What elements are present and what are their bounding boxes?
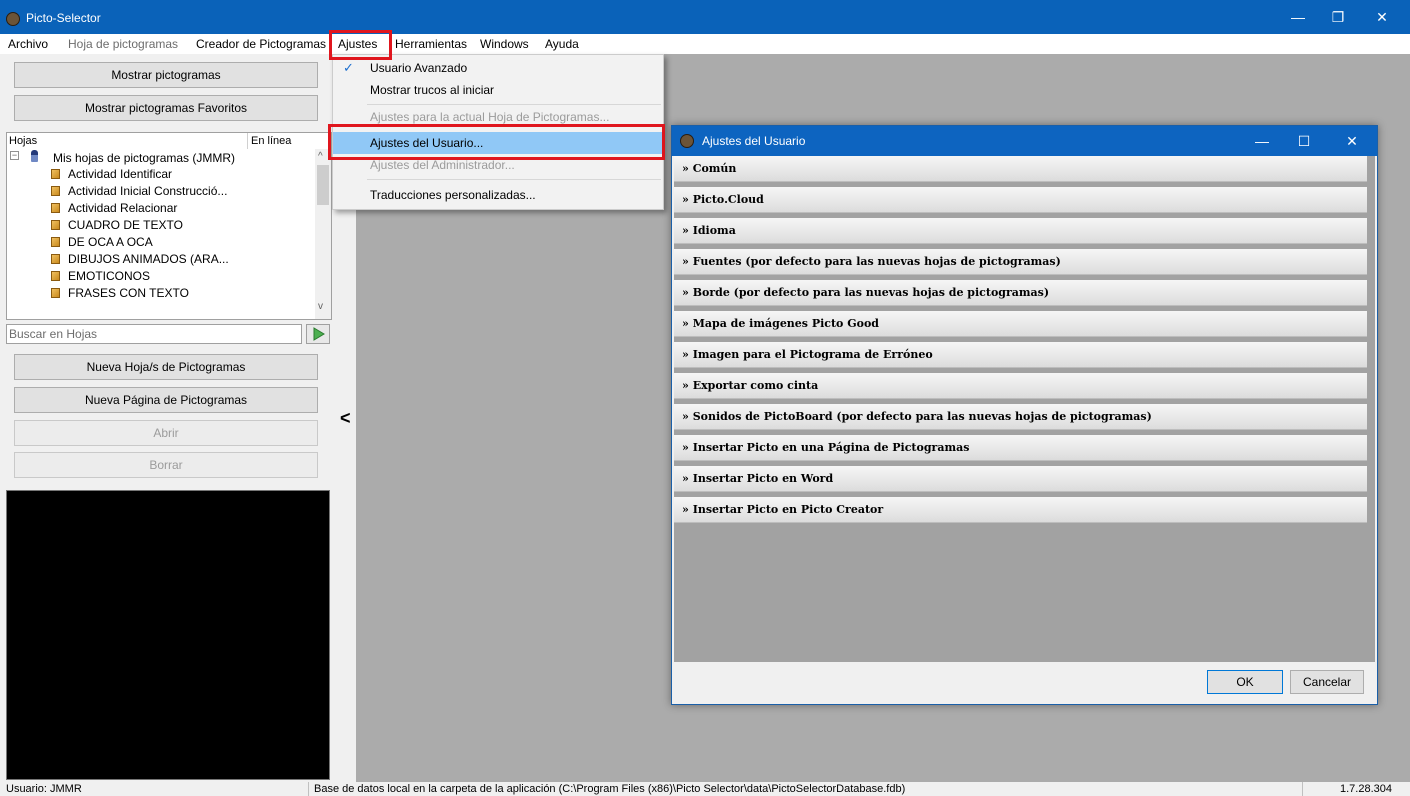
show-favorite-pictograms-button[interactable]: Mostrar pictogramas Favoritos bbox=[14, 95, 318, 121]
menu-herramientas[interactable]: Herramientas bbox=[395, 37, 467, 51]
status-user: Usuario: JMMR bbox=[6, 783, 82, 795]
menu-archivo[interactable]: Archivo bbox=[8, 37, 48, 51]
tree-item-label: DIBUJOS ANIMADOS (ARA... bbox=[68, 252, 229, 266]
dialog-title: Ajustes del Usuario bbox=[702, 134, 806, 148]
menu-hoja-de-pictogramas[interactable]: Hoja de pictogramas bbox=[68, 37, 178, 51]
menu-item-label: Usuario Avanzado bbox=[370, 61, 468, 75]
tree-item[interactable]: Actividad Inicial Construcció... bbox=[51, 184, 227, 201]
app-icon bbox=[680, 134, 694, 148]
tree-header: Hojas En línea bbox=[7, 133, 331, 149]
sheets-tree[interactable]: Hojas En línea − Mis hojas de pictograma… bbox=[6, 132, 332, 320]
tree-item[interactable]: Actividad Relacionar bbox=[51, 201, 177, 218]
collapse-icon[interactable]: − bbox=[10, 151, 19, 160]
tree-item-label: FRASES CON TEXTO bbox=[68, 286, 189, 300]
open-button[interactable]: Abrir bbox=[14, 420, 318, 446]
sheet-icon bbox=[51, 237, 60, 247]
scroll-up-icon[interactable]: ^ bbox=[318, 151, 323, 162]
dialog-maximize-button[interactable]: ☐ bbox=[1284, 130, 1324, 152]
sheet-icon bbox=[51, 186, 60, 196]
section-insertar-pagina[interactable]: » Insertar Picto en una Página de Pictog… bbox=[674, 435, 1367, 461]
search-button[interactable] bbox=[306, 324, 330, 344]
window-title: Picto-Selector bbox=[26, 11, 101, 25]
new-sheet-button[interactable]: Nueva Hoja/s de Pictogramas bbox=[14, 354, 318, 380]
sheet-icon bbox=[51, 169, 60, 179]
minimize-button[interactable]: — bbox=[1278, 6, 1318, 28]
status-bar: Usuario: JMMR Base de datos local en la … bbox=[0, 782, 1410, 796]
user-icon bbox=[31, 150, 38, 162]
show-pictograms-button[interactable]: Mostrar pictogramas bbox=[14, 62, 318, 88]
menu-windows[interactable]: Windows bbox=[480, 37, 529, 51]
new-page-button[interactable]: Nueva Página de Pictogramas bbox=[14, 387, 318, 413]
tree-item[interactable]: FRASES CON TEXTO bbox=[51, 286, 189, 303]
menu-separator bbox=[367, 179, 661, 180]
column-header-sheets[interactable]: Hojas bbox=[9, 135, 37, 147]
sheet-icon bbox=[51, 203, 60, 213]
section-insertar-word[interactable]: » Insertar Picto en Word bbox=[674, 466, 1367, 492]
tree-item-label: CUADRO DE TEXTO bbox=[68, 218, 183, 232]
tree-item-label: EMOTICONOS bbox=[68, 269, 151, 283]
status-separator bbox=[1302, 782, 1303, 796]
delete-button[interactable]: Borrar bbox=[14, 452, 318, 478]
tree-item-label: DE OCA A OCA bbox=[68, 235, 153, 249]
dialog-minimize-button[interactable]: — bbox=[1242, 130, 1282, 152]
highlight-ajustes-menu bbox=[329, 30, 392, 60]
menu-separator bbox=[367, 104, 661, 105]
menu-item-traducciones[interactable]: Traducciones personalizadas... bbox=[333, 184, 663, 206]
sheet-icon bbox=[51, 271, 60, 281]
status-version: 1.7.28.304 bbox=[1340, 783, 1392, 795]
section-imagen-erroneo[interactable]: » Imagen para el Pictograma de Erróneo bbox=[674, 342, 1367, 368]
section-insertar-picto-creator[interactable]: » Insertar Picto en Picto Creator bbox=[674, 497, 1367, 523]
section-picto-cloud[interactable]: » Picto.Cloud bbox=[674, 187, 1367, 213]
menu-bar: Archivo Hoja de pictogramas Creador de P… bbox=[0, 34, 1410, 54]
dialog-title-bar: Ajustes del Usuario — ☐ ✕ bbox=[672, 126, 1377, 156]
sheet-icon bbox=[51, 254, 60, 264]
search-go-icon bbox=[313, 327, 325, 341]
section-mapa-imagenes[interactable]: » Mapa de imágenes Picto Good bbox=[674, 311, 1367, 337]
tree-item-label: Actividad Relacionar bbox=[68, 201, 178, 215]
tree-scrollbar[interactable]: ^ v bbox=[315, 149, 331, 319]
checkmark-icon: ✓ bbox=[343, 60, 354, 75]
section-exportar-cinta[interactable]: » Exportar como cinta bbox=[674, 373, 1367, 399]
tree-item[interactable]: DIBUJOS ANIMADOS (ARA... bbox=[51, 252, 229, 269]
tree-item-label: Actividad Identificar bbox=[68, 167, 173, 181]
highlight-ajustes-usuario bbox=[328, 124, 665, 160]
left-panel: Mostrar pictogramas Mostrar pictogramas … bbox=[0, 54, 334, 782]
section-sonidos[interactable]: » Sonidos de PictoBoard (por defecto par… bbox=[674, 404, 1367, 430]
tree-item[interactable]: EMOTICONOS bbox=[51, 269, 150, 286]
ok-button[interactable]: OK bbox=[1207, 670, 1283, 694]
menu-ayuda[interactable]: Ayuda bbox=[545, 37, 579, 51]
tree-root-label: Mis hojas de pictogramas (JMMR) bbox=[53, 151, 236, 165]
section-comun[interactable]: » Común bbox=[674, 156, 1367, 182]
user-settings-dialog: Ajustes del Usuario — ☐ ✕ » Común » Pict… bbox=[671, 125, 1378, 705]
scrollbar-thumb[interactable] bbox=[317, 165, 329, 205]
app-icon bbox=[6, 12, 20, 26]
tree-item[interactable]: CUADRO DE TEXTO bbox=[51, 218, 183, 235]
menu-item-ajustes-hoja[interactable]: Ajustes para la actual Hoja de Pictogram… bbox=[333, 110, 663, 124]
dialog-close-button[interactable]: ✕ bbox=[1332, 130, 1372, 152]
collapse-panel-icon[interactable]: < bbox=[340, 408, 351, 429]
settings-sections: » Común » Picto.Cloud » Idioma » Fuentes… bbox=[674, 156, 1375, 662]
menu-creador-de-pictogramas[interactable]: Creador de Pictogramas bbox=[196, 37, 326, 51]
pictogram-preview bbox=[6, 490, 330, 780]
sheet-icon bbox=[51, 220, 60, 230]
scroll-down-icon[interactable]: v bbox=[318, 301, 323, 312]
section-idioma[interactable]: » Idioma bbox=[674, 218, 1367, 244]
column-divider bbox=[247, 133, 248, 149]
status-separator bbox=[308, 782, 309, 796]
menu-item-usuario-avanzado[interactable]: ✓ Usuario Avanzado bbox=[333, 57, 663, 79]
tree-item[interactable]: DE OCA A OCA bbox=[51, 235, 153, 252]
menu-item-mostrar-trucos[interactable]: Mostrar trucos al iniciar bbox=[333, 79, 663, 101]
tree-item-label: Actividad Inicial Construcció... bbox=[68, 184, 228, 198]
column-header-online[interactable]: En línea bbox=[251, 135, 291, 147]
cancel-button[interactable]: Cancelar bbox=[1290, 670, 1364, 694]
title-bar: Picto-Selector — ❐ ✕ bbox=[0, 0, 1410, 34]
section-fuentes[interactable]: » Fuentes (por defecto para las nuevas h… bbox=[674, 249, 1367, 275]
section-borde[interactable]: » Borde (por defecto para las nuevas hoj… bbox=[674, 280, 1367, 306]
tree-item[interactable]: Actividad Identificar bbox=[51, 167, 172, 184]
status-database-path: Base de datos local en la carpeta de la … bbox=[314, 783, 906, 795]
sheet-icon bbox=[51, 288, 60, 298]
restore-button[interactable]: ❐ bbox=[1318, 6, 1358, 28]
close-button[interactable]: ✕ bbox=[1362, 6, 1402, 28]
sheets-search-input[interactable]: Buscar en Hojas bbox=[6, 324, 302, 344]
